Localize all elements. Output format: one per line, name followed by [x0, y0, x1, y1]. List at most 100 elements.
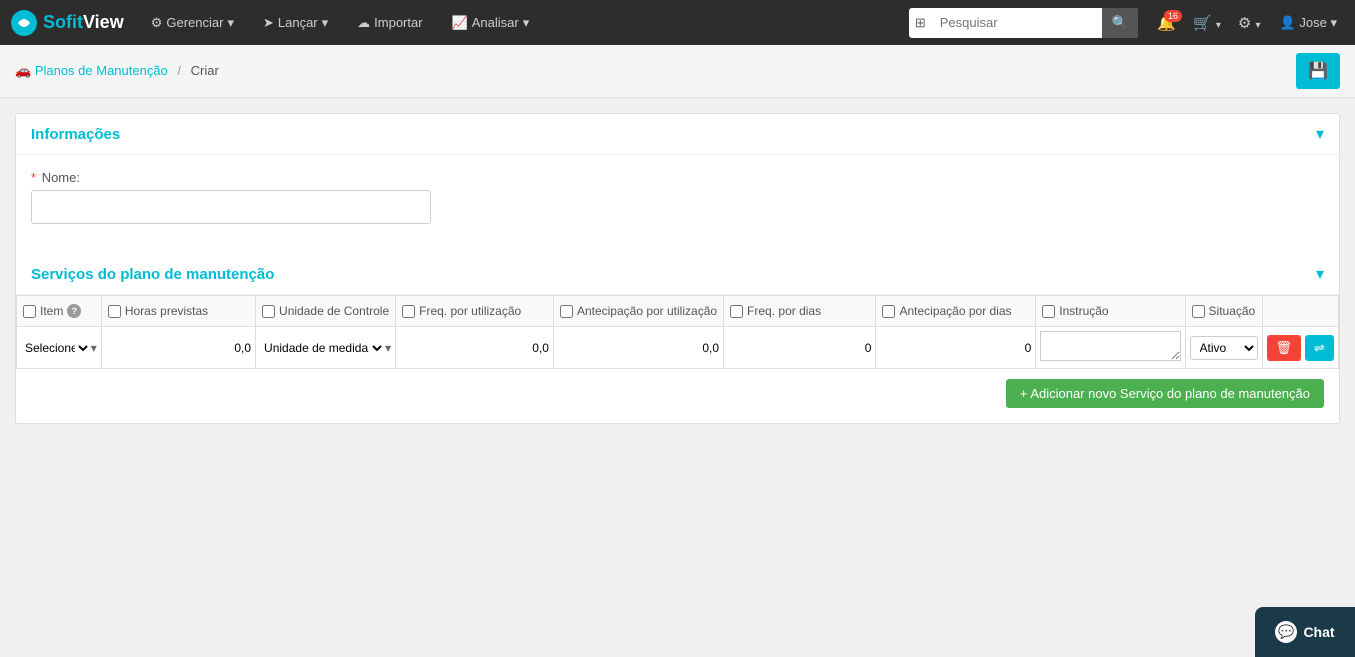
notification-badge: 16 — [1164, 10, 1182, 22]
nome-group: * Nome: — [31, 170, 1324, 224]
breadcrumb-separator: / — [177, 63, 181, 78]
th-actions — [1262, 296, 1338, 327]
servicos-thead: Item ? Horas previstas — [17, 296, 1339, 327]
chat-widget[interactable]: 💬 Chat — [1255, 607, 1355, 657]
td-instrucao — [1036, 327, 1185, 369]
antecip-dias-checkbox[interactable] — [882, 305, 895, 318]
servicos-tbody: Selecione ▾ Unidade de medida — [17, 327, 1339, 369]
informacoes-card: Informações ▾ * Nome: Serviços do plano … — [15, 113, 1340, 424]
freq-dias-input[interactable] — [728, 341, 871, 355]
nav-analisar[interactable]: 📈 Analisar ▾ — [440, 0, 542, 45]
th-antecip-dias: Antecipação por dias — [876, 296, 1036, 327]
th-freq-dias: Freq. por dias — [724, 296, 876, 327]
settings-button[interactable]: ⚙ ▾ — [1232, 10, 1267, 36]
horas-checkbox[interactable] — [108, 305, 121, 318]
nav-icons: 🔔 16 🛒 ▾ ⚙ ▾ 👤 Jose ▾ — [1151, 10, 1345, 36]
search-button[interactable]: 🔍 — [1102, 8, 1139, 38]
item-info-icon[interactable]: ? — [67, 304, 81, 318]
th-horas: Horas previstas — [101, 296, 255, 327]
antecip-util-input[interactable] — [558, 341, 719, 355]
chat-bubble-icon: 💬 — [1275, 621, 1297, 643]
td-freq-dias — [724, 327, 876, 369]
collapse-informacoes-icon[interactable]: ▾ — [1316, 124, 1324, 144]
chevron-down-icon: ▾ — [227, 15, 234, 31]
collapse-servicos-icon[interactable]: ▾ — [1316, 264, 1324, 284]
freq-util-checkbox[interactable] — [402, 305, 415, 318]
nome-label: * Nome: — [31, 170, 1324, 185]
add-service-button[interactable]: + Adicionar novo Serviço do plano de man… — [1006, 379, 1324, 408]
situacao-checkbox[interactable] — [1192, 305, 1205, 318]
search-box: ⊞ 🔍 — [909, 8, 1139, 38]
informacoes-title: Informações — [31, 126, 120, 143]
main-content: Informações ▾ * Nome: Serviços do plano … — [0, 98, 1355, 454]
td-item: Selecione ▾ — [17, 327, 102, 369]
th-situacao: Situação — [1185, 296, 1262, 327]
chevron-down-icon: ▾ — [1330, 15, 1337, 30]
page-icon: 🚗 — [15, 63, 31, 78]
breadcrumb: 🚗 Planos de Manutenção / Criar — [15, 63, 219, 79]
cart-button[interactable]: 🛒 ▾ — [1187, 10, 1227, 36]
brand: SofitView — [10, 9, 124, 37]
notifications-button[interactable]: 🔔 16 — [1151, 10, 1182, 36]
th-antecip-util: Antecipação por utilização — [553, 296, 723, 327]
grid-icon: ⊞ — [909, 15, 932, 31]
chevron-down-icon: ▾ — [385, 341, 391, 355]
instrucao-textarea[interactable] — [1040, 331, 1180, 361]
import-icon: ☁ — [357, 15, 370, 31]
instrucao-checkbox[interactable] — [1042, 305, 1055, 318]
nav-lancar[interactable]: ➤ Lançar ▾ — [251, 0, 340, 45]
informacoes-header: Informações ▾ — [16, 114, 1339, 155]
nav-gerenciar[interactable]: ⚙ Gerenciar ▾ — [139, 0, 246, 45]
chevron-down-icon: ▾ — [523, 15, 530, 31]
freq-util-input[interactable] — [400, 341, 549, 355]
chevron-down-icon: ▾ — [91, 341, 97, 355]
servicos-title: Serviços do plano de manutenção — [31, 266, 274, 283]
brand-name: SofitView — [43, 12, 124, 33]
servicos-header: Serviços do plano de manutenção ▾ — [16, 254, 1339, 295]
select-all-checkbox[interactable] — [23, 305, 36, 318]
table-row: Selecione ▾ Unidade de medida — [17, 327, 1339, 369]
gear-icon: ⚙ — [151, 15, 163, 31]
breadcrumb-bar: 🚗 Planos de Manutenção / Criar 💾 — [0, 45, 1355, 98]
item-select[interactable]: Selecione — [21, 340, 91, 356]
share-row-button[interactable]: ⇌ — [1305, 335, 1334, 361]
antecip-util-checkbox[interactable] — [560, 305, 573, 318]
chevron-down-icon: ▾ — [1256, 20, 1261, 31]
antecip-dias-input[interactable] — [880, 341, 1031, 355]
unidade-select[interactable]: Unidade de medida — [260, 340, 385, 356]
breadcrumb-current: Criar — [191, 63, 219, 78]
chart-icon: 📈 — [452, 15, 468, 31]
table-header-row: Item ? Horas previstas — [17, 296, 1339, 327]
td-freq-util — [396, 327, 554, 369]
th-item: Item ? — [17, 296, 102, 327]
brand-logo-icon — [10, 9, 38, 37]
chevron-down-icon: ▾ — [1216, 20, 1221, 31]
informacoes-body: * Nome: — [16, 155, 1339, 254]
delete-row-button[interactable]: 🗑 — [1267, 335, 1302, 361]
row-actions: 🗑 ⇌ — [1267, 335, 1334, 361]
navbar: SofitView ⚙ Gerenciar ▾ ➤ Lançar ▾ ☁ Imp… — [0, 0, 1355, 45]
nav-importar[interactable]: ☁ Importar — [345, 0, 434, 45]
table-footer: + Adicionar novo Serviço do plano de man… — [16, 369, 1339, 423]
chevron-down-icon: ▾ — [322, 15, 329, 31]
chat-label: Chat — [1303, 624, 1334, 640]
nome-input[interactable] — [31, 190, 431, 224]
freq-dias-checkbox[interactable] — [730, 305, 743, 318]
td-unidade: Unidade de medida ▾ — [256, 327, 396, 369]
search-input[interactable] — [932, 15, 1102, 30]
send-icon: ➤ — [263, 15, 274, 31]
td-horas — [101, 327, 255, 369]
th-freq-util: Freq. por utilização — [396, 296, 554, 327]
td-row-actions: 🗑 ⇌ — [1262, 327, 1338, 369]
th-unidade: Unidade de Controle — [256, 296, 396, 327]
td-antecip-dias — [876, 327, 1036, 369]
situacao-select[interactable]: Ativo Inativo — [1190, 336, 1258, 360]
breadcrumb-parent-link[interactable]: Planos de Manutenção — [35, 63, 168, 78]
unidade-checkbox[interactable] — [262, 305, 275, 318]
user-menu-button[interactable]: 👤 Jose ▾ — [1272, 11, 1345, 35]
servicos-table: Item ? Horas previstas — [16, 295, 1339, 369]
td-situacao: Ativo Inativo — [1185, 327, 1262, 369]
save-button[interactable]: 💾 — [1296, 53, 1340, 89]
th-instrucao: Instrução — [1036, 296, 1185, 327]
horas-input[interactable] — [106, 341, 251, 355]
